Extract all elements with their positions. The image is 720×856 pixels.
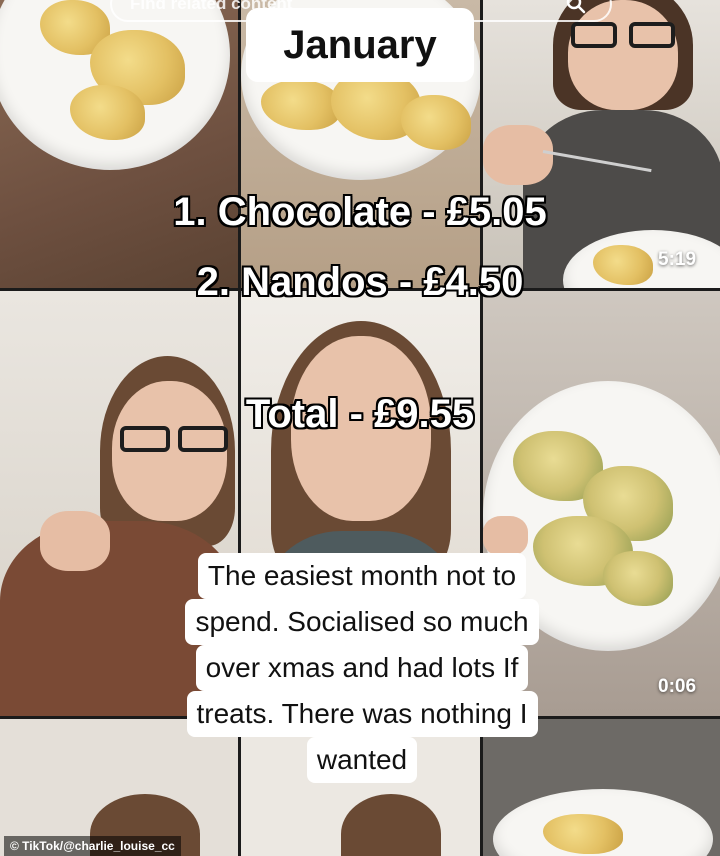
video-thumbnail-eating[interactable] <box>483 0 720 288</box>
spend-item-1: 1. Chocolate - £5.05 <box>173 190 547 234</box>
video-duration: 5:19 <box>658 249 697 270</box>
caption-line: spend. Socialised so much <box>185 599 539 645</box>
caption-line: wanted <box>306 737 418 783</box>
image-credit: © TikTok/@charlie_louise_cc <box>4 836 181 856</box>
caption-box: The easiest month not to spend. Socialis… <box>144 553 580 783</box>
caption-line: The easiest month not to <box>197 553 527 599</box>
video-duration: 0:06 <box>658 676 697 697</box>
spend-total: Total - £9.55 <box>245 392 475 436</box>
month-title: January <box>283 22 437 67</box>
caption-line: over xmas and had lots If <box>195 645 529 691</box>
search-icon[interactable] <box>566 0 586 14</box>
caption-line: treats. There was nothing I <box>186 691 538 737</box>
video-thumbnail-ravioli[interactable] <box>0 0 238 288</box>
month-title-box: January <box>246 8 474 82</box>
spend-item-2: 2. Nandos - £4.50 <box>196 260 524 304</box>
